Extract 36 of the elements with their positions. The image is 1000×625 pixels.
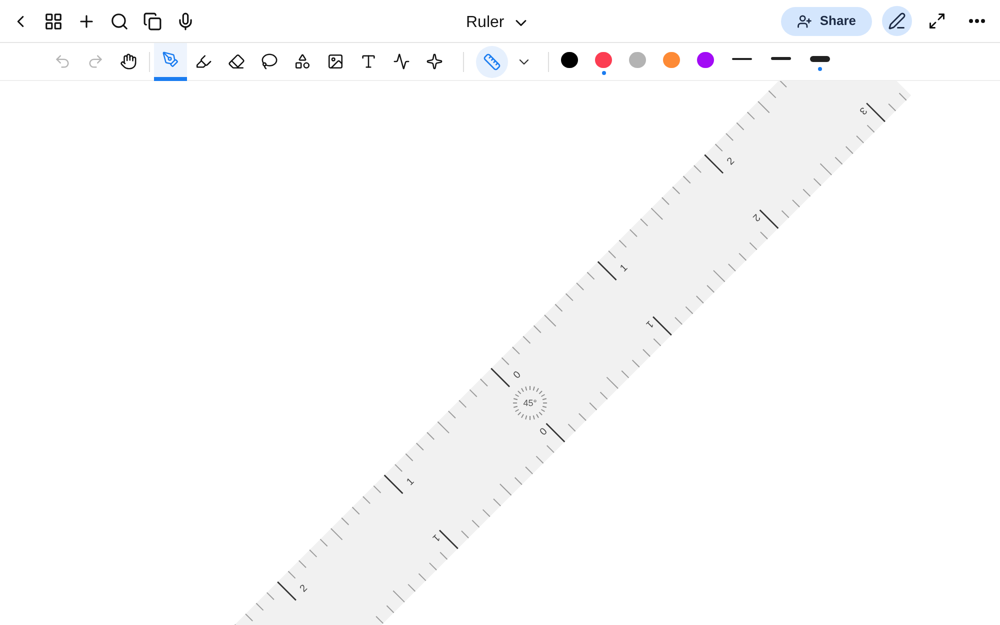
text-icon (360, 53, 377, 70)
pen-button[interactable] (882, 6, 912, 36)
ruler-button[interactable] (476, 46, 508, 78)
angle-label: 45° (523, 398, 537, 408)
expand-icon (928, 12, 946, 30)
pages-icon (142, 12, 162, 30)
pen-tool-button[interactable] (154, 42, 187, 80)
scale-label: 1 (618, 262, 630, 274)
title-dropdown[interactable]: Ruler (466, 11, 530, 35)
sparkle-icon (426, 53, 443, 70)
shapes-icon (294, 53, 311, 70)
scale-label: 2 (298, 582, 310, 595)
scale-label: 1 (430, 532, 442, 544)
highlighter-icon (195, 53, 212, 70)
image-icon (327, 53, 344, 70)
search-icon (110, 12, 128, 30)
pen-icon (888, 12, 906, 30)
scale-label: 2 (725, 156, 737, 168)
chart-icon (393, 53, 410, 70)
ruler-icon (483, 52, 501, 70)
scale-label: 0 (536, 424, 548, 437)
more-icon (969, 19, 985, 23)
undo-icon (54, 53, 71, 70)
scale-label: 1 (643, 318, 656, 330)
scale-label: 0 (512, 369, 524, 382)
share-button[interactable]: Share (780, 6, 872, 36)
redo-icon (87, 53, 104, 70)
scale-label: 1 (404, 476, 417, 488)
eraser-icon (228, 53, 245, 70)
add-person-icon (796, 14, 812, 28)
pen-icon (162, 51, 179, 68)
grid-icon (44, 12, 62, 30)
scale-label: 3 (857, 104, 869, 116)
scale-label: 2 (750, 211, 762, 224)
lasso-icon (261, 53, 278, 70)
hand-icon (120, 53, 137, 70)
